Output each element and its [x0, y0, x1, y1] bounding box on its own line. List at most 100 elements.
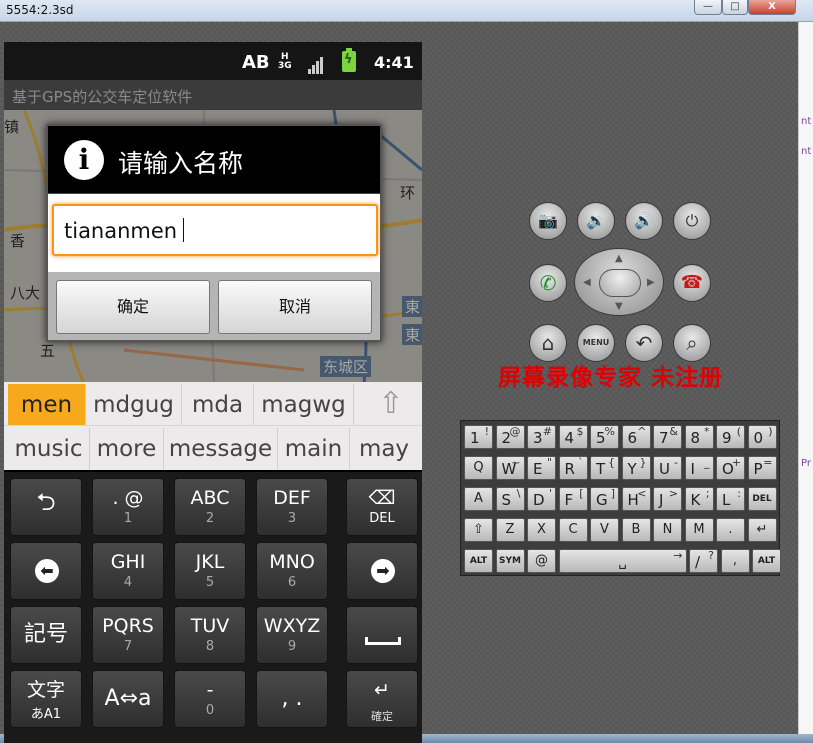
- key-8[interactable]: TUV 8: [174, 606, 246, 664]
- hw-key[interactable]: A: [464, 487, 493, 511]
- background-window-strip: nt nt Pr: [798, 22, 813, 743]
- hw-key[interactable]: G]: [590, 487, 619, 511]
- ok-button[interactable]: 确定: [56, 280, 210, 334]
- enter-key[interactable]: ↵ 確定: [346, 670, 418, 728]
- volume-down-button[interactable]: 🔉: [577, 202, 615, 240]
- hw-key[interactable]: S \: [495, 487, 525, 511]
- key-1[interactable]: . @ 1: [92, 478, 164, 536]
- hw-key[interactable]: X: [527, 518, 556, 542]
- close-button[interactable]: X: [748, 0, 796, 15]
- hw-key[interactable]: 7 &: [653, 425, 682, 449]
- hw-key[interactable]: D ': [527, 487, 556, 511]
- hw-key[interactable]: F[: [558, 487, 588, 511]
- cancel-button[interactable]: 取消: [218, 280, 372, 334]
- cursor-left-key[interactable]: ⬅: [10, 542, 82, 600]
- hw-key[interactable]: @: [527, 549, 556, 573]
- hw-key[interactable]: W ~: [495, 456, 525, 480]
- key-4[interactable]: GHI 4: [92, 542, 164, 600]
- search-button[interactable]: ⌕: [673, 324, 711, 362]
- hw-key[interactable]: .: [716, 518, 745, 542]
- hw-key[interactable]: 6 ^: [621, 425, 651, 449]
- key-9[interactable]: WXYZ 9: [256, 606, 328, 664]
- hw-key[interactable]: Z: [495, 518, 525, 542]
- hw-key[interactable]: E ": [527, 456, 556, 480]
- symbols-key[interactable]: 記号: [10, 606, 82, 664]
- search-icon: ⌕: [686, 331, 698, 355]
- hw-key[interactable]: 3 #: [527, 425, 556, 449]
- call-button[interactable]: ✆: [529, 264, 567, 302]
- key-0[interactable]: -0: [174, 670, 246, 728]
- hw-key[interactable]: DEL: [747, 487, 777, 511]
- maximize-button[interactable]: □: [722, 0, 748, 15]
- key-6[interactable]: MNO 6: [256, 542, 328, 600]
- hw-key[interactable]: N: [653, 518, 682, 542]
- candidate-word[interactable]: mda: [182, 384, 254, 426]
- back-key[interactable]: ⮌: [10, 478, 82, 536]
- minimize-button[interactable]: —: [694, 0, 722, 15]
- candidate-word[interactable]: men: [8, 384, 86, 426]
- key-5[interactable]: JKL 5: [174, 542, 246, 600]
- home-button[interactable]: ⌂: [529, 324, 567, 362]
- hw-key[interactable]: O +: [716, 456, 745, 480]
- hw-key[interactable]: 2 @: [495, 425, 525, 449]
- hw-key[interactable]: 9(: [716, 425, 745, 449]
- candidate-word[interactable]: message: [164, 428, 278, 470]
- menu-button[interactable]: MENU: [577, 324, 615, 362]
- punctuation-key[interactable]: , .: [256, 670, 328, 728]
- hw-key[interactable]: L:: [716, 487, 745, 511]
- dpad[interactable]: ▲ ▼ ◀ ▶: [574, 248, 664, 316]
- candidate-word[interactable]: more: [90, 428, 164, 470]
- power-button[interactable]: ⏻: [673, 202, 711, 240]
- hw-key[interactable]: SYM: [495, 549, 525, 573]
- hw-key[interactable]: B: [621, 518, 651, 542]
- hw-space-key[interactable]: ␣ →: [558, 549, 687, 573]
- hw-key[interactable]: J >: [653, 487, 682, 511]
- name-input[interactable]: tiananmen: [52, 204, 378, 256]
- case-toggle-key[interactable]: A⇔a: [92, 670, 164, 728]
- key-3[interactable]: DEF 3: [256, 478, 328, 536]
- candidate-expand-icon[interactable]: ⇧: [366, 386, 416, 422]
- hw-key[interactable]: K;: [684, 487, 714, 511]
- hw-key[interactable]: R `: [558, 456, 588, 480]
- space-key[interactable]: [346, 606, 418, 664]
- hw-key[interactable]: 8 *: [684, 425, 714, 449]
- hw-key[interactable]: 1!: [464, 425, 493, 449]
- hw-key[interactable]: 0): [747, 425, 777, 449]
- hw-key[interactable]: ALT: [752, 549, 781, 573]
- volume-up-button[interactable]: 🔊: [625, 202, 663, 240]
- hw-key[interactable]: ,: [720, 549, 750, 573]
- back-button[interactable]: ↶: [625, 324, 663, 362]
- candidate-word[interactable]: music: [8, 428, 90, 470]
- hw-key[interactable]: 4 $: [558, 425, 588, 449]
- hw-key-label: Q: [473, 460, 484, 475]
- end-call-button[interactable]: ☎: [673, 264, 711, 302]
- hw-key[interactable]: P =: [747, 456, 777, 480]
- key-2[interactable]: ABC 2: [174, 478, 246, 536]
- key-7[interactable]: PQRS 7: [92, 606, 164, 664]
- candidate-word[interactable]: may: [350, 428, 418, 470]
- candidate-word[interactable]: mdgug: [86, 384, 182, 426]
- hw-key[interactable]: ↵: [747, 518, 777, 542]
- delete-key[interactable]: ⌫ DEL: [346, 478, 418, 536]
- hw-key[interactable]: Q: [464, 456, 493, 480]
- hw-key[interactable]: M: [684, 518, 714, 542]
- hw-key[interactable]: V: [590, 518, 619, 542]
- cursor-right-key[interactable]: ➡: [346, 542, 418, 600]
- menu-label: MENU: [582, 338, 610, 347]
- hw-key[interactable]: ALT: [464, 549, 493, 573]
- hw-key[interactable]: U-: [653, 456, 682, 480]
- hw-key[interactable]: I _: [684, 456, 714, 480]
- candidate-word[interactable]: main: [278, 428, 350, 470]
- input-mode-key[interactable]: 文字 あA1: [10, 670, 82, 728]
- candidate-word[interactable]: magwg: [254, 384, 354, 426]
- hw-key[interactable]: H <: [621, 487, 651, 511]
- hw-key[interactable]: ⇧: [464, 518, 493, 542]
- hw-key[interactable]: /?: [689, 549, 718, 573]
- dpad-center-button[interactable]: [599, 269, 641, 297]
- hw-key[interactable]: Y}: [621, 456, 651, 480]
- hw-key[interactable]: C: [558, 518, 588, 542]
- dpad-right-icon: ▶: [647, 277, 655, 288]
- hw-key[interactable]: T{: [590, 456, 619, 480]
- camera-button[interactable]: 📷: [529, 202, 567, 240]
- hw-key[interactable]: 5%: [590, 425, 619, 449]
